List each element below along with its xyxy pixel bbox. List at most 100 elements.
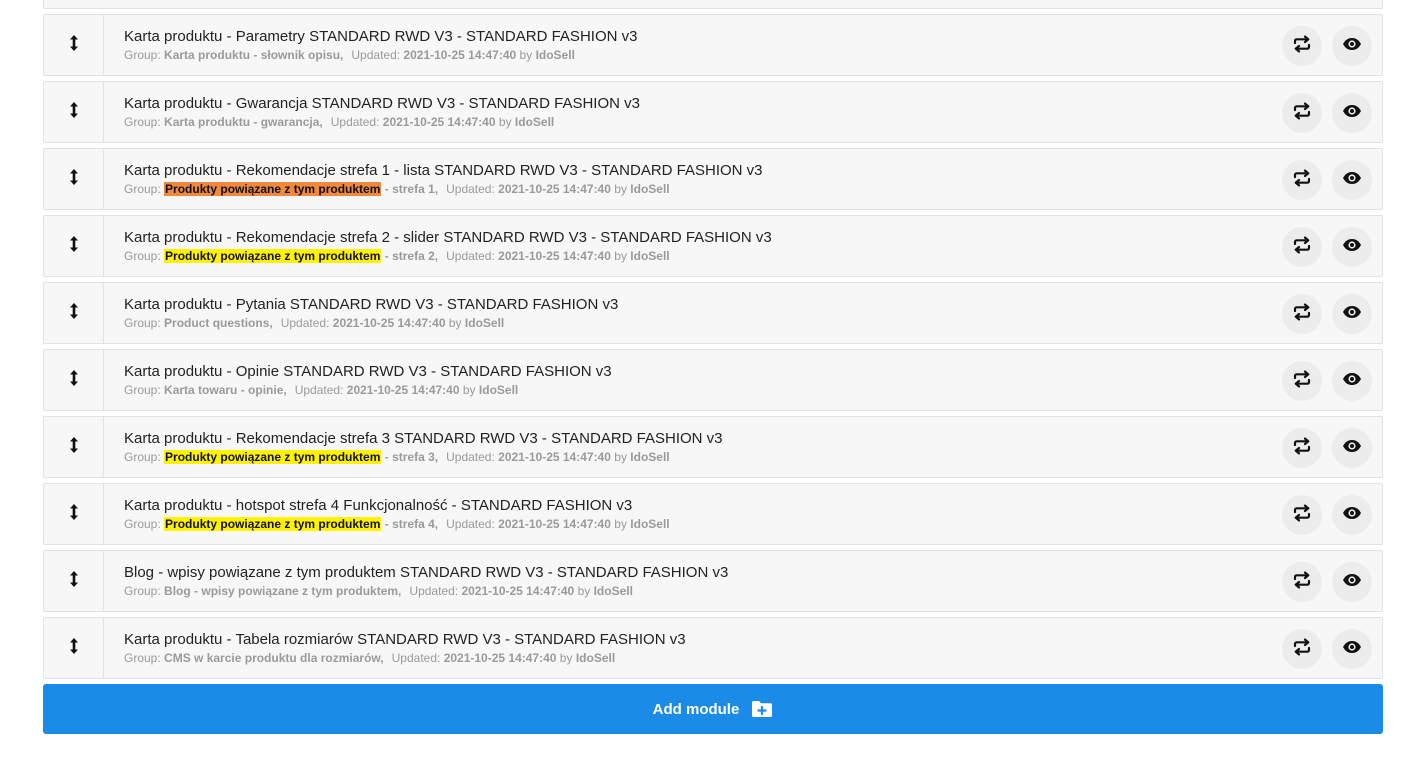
module-row: Karta produktu - Rekomendacje strefa 1 -… (43, 148, 1383, 210)
preview-module-button[interactable] (1332, 227, 1372, 267)
preview-module-button[interactable] (1332, 629, 1372, 669)
group-label: Group: (124, 182, 161, 196)
group-label: Group: (124, 450, 161, 464)
row-actions (1282, 629, 1372, 669)
module-title: Karta produktu - Rekomendacje strefa 2 -… (124, 229, 772, 246)
group-highlight: Produkty powiązane z tym produktem (164, 249, 382, 263)
replace-module-button[interactable] (1282, 227, 1322, 267)
module-row: Karta produktu - Rekomendacje strefa 2 -… (43, 215, 1383, 277)
swap-arrows-icon (1292, 302, 1312, 327)
replace-module-button[interactable] (1282, 629, 1322, 669)
group-label: Group: (124, 316, 161, 330)
updated-label: Updated: (446, 517, 495, 531)
replace-module-button[interactable] (1282, 562, 1322, 602)
group-value: Karta towaru - opinie, (164, 383, 287, 397)
updown-arrow-icon (68, 101, 80, 124)
preview-module-button[interactable] (1332, 160, 1372, 200)
drag-handle[interactable] (44, 82, 104, 142)
drag-handle[interactable] (44, 283, 104, 343)
row-actions (1282, 227, 1372, 267)
group-label: Group: (124, 584, 161, 598)
group-suffix: - strefa 1, (381, 182, 439, 196)
by-label: by (614, 249, 627, 263)
module-meta: Group: Produkty powiązane z tym produkte… (124, 249, 1242, 264)
drag-handle[interactable] (44, 484, 104, 544)
replace-module-button[interactable] (1282, 294, 1322, 334)
module-info: Blog - wpisy powiązane z tym produktem S… (124, 564, 1242, 599)
preview-module-button[interactable] (1332, 361, 1372, 401)
replace-module-button[interactable] (1282, 495, 1322, 535)
preview-module-button[interactable] (1332, 428, 1372, 468)
row-actions (1282, 294, 1372, 334)
by-label: by (498, 115, 512, 129)
group-suffix: - strefa 4, (381, 517, 439, 531)
group-value: Karta produktu - gwarancja, (164, 115, 323, 129)
module-info: Karta produktu - Rekomendacje strefa 1 -… (124, 162, 1242, 197)
module-info: Karta produktu - Opinie STANDARD RWD V3 … (124, 363, 1242, 398)
by-label: by (614, 450, 627, 464)
module-meta: Group: Karta produktu - gwarancja, Update… (124, 115, 1242, 130)
swap-arrows-icon (1292, 101, 1312, 126)
swap-arrows-icon (1292, 168, 1312, 193)
drag-handle[interactable] (44, 350, 104, 410)
preview-module-button[interactable] (1332, 294, 1372, 334)
row-actions (1282, 160, 1372, 200)
eye-icon (1342, 34, 1362, 59)
module-info: Karta produktu - Tabela rozmiarów STANDA… (124, 631, 1242, 666)
add-module-label: Add module (652, 700, 740, 718)
preview-module-button[interactable] (1332, 562, 1372, 602)
drag-handle[interactable] (44, 15, 104, 75)
module-info: Karta produktu - Pytania STANDARD RWD V3… (124, 296, 1242, 331)
drag-handle[interactable] (44, 216, 104, 276)
module-list-page: Karta produktu - Parametry STANDARD RWD … (0, 0, 1418, 760)
group-highlight: Produkty powiązane z tym produktem (164, 182, 382, 196)
drag-handle[interactable] (44, 551, 104, 611)
group-value: Product questions, (164, 316, 273, 330)
replace-module-button[interactable] (1282, 93, 1322, 133)
drag-handle[interactable] (44, 417, 104, 477)
module-list: Karta produktu - Parametry STANDARD RWD … (43, 14, 1383, 684)
replace-module-button[interactable] (1282, 26, 1322, 66)
updated-value: 2021-10-25 14:47:40 (332, 316, 446, 330)
updated-value: 2021-10-25 14:47:40 (346, 383, 460, 397)
swap-arrows-icon (1292, 369, 1312, 394)
updown-arrow-icon (68, 235, 80, 258)
module-title: Karta produktu - Rekomendacje strefa 1 -… (124, 162, 763, 179)
eye-icon (1342, 101, 1362, 126)
by-label: by (519, 48, 533, 62)
preview-module-button[interactable] (1332, 495, 1372, 535)
updown-arrow-icon (68, 168, 80, 191)
swap-arrows-icon (1292, 570, 1312, 595)
swap-arrows-icon (1292, 503, 1312, 528)
author-value: IdoSell (630, 450, 670, 464)
module-meta: Group: Produkty powiązane z tym produkte… (124, 450, 1242, 465)
module-title: Karta produktu - Tabela rozmiarów STANDA… (124, 631, 686, 648)
author-value: IdoSell (593, 584, 633, 598)
updated-label: Updated: (446, 450, 495, 464)
group-label: Group: (124, 249, 161, 263)
eye-icon (1342, 302, 1362, 327)
swap-arrows-icon (1292, 637, 1312, 662)
module-info: Karta produktu - hotspot strefa 4 Funkcj… (124, 497, 1242, 532)
eye-icon (1342, 369, 1362, 394)
module-meta: Group: Produkty powiązane z tym produkte… (124, 182, 1242, 197)
preview-module-button[interactable] (1332, 93, 1372, 133)
replace-module-button[interactable] (1282, 361, 1322, 401)
author-value: IdoSell (630, 182, 670, 196)
updated-label: Updated: (351, 48, 401, 62)
add-module-button[interactable]: Add module (43, 684, 1383, 734)
group-label: Group: (124, 651, 161, 665)
drag-handle[interactable] (44, 618, 104, 678)
module-title: Karta produktu - Pytania STANDARD RWD V3… (124, 296, 619, 313)
updated-label: Updated: (294, 383, 344, 397)
module-title: Blog - wpisy powiązane z tym produktem S… (124, 564, 729, 581)
replace-module-button[interactable] (1282, 428, 1322, 468)
updated-value: 2021-10-25 14:47:40 (498, 517, 611, 531)
module-info: Karta produktu - Rekomendacje strefa 3 S… (124, 430, 1242, 465)
module-meta: Group: Karta towaru - opinie, Updated: 20… (124, 383, 1242, 398)
replace-module-button[interactable] (1282, 160, 1322, 200)
module-info: Karta produktu - Parametry STANDARD RWD … (124, 28, 1242, 63)
drag-handle[interactable] (44, 149, 104, 209)
preview-module-button[interactable] (1332, 26, 1372, 66)
module-row: Karta produktu - hotspot strefa 4 Funkcj… (43, 483, 1383, 545)
